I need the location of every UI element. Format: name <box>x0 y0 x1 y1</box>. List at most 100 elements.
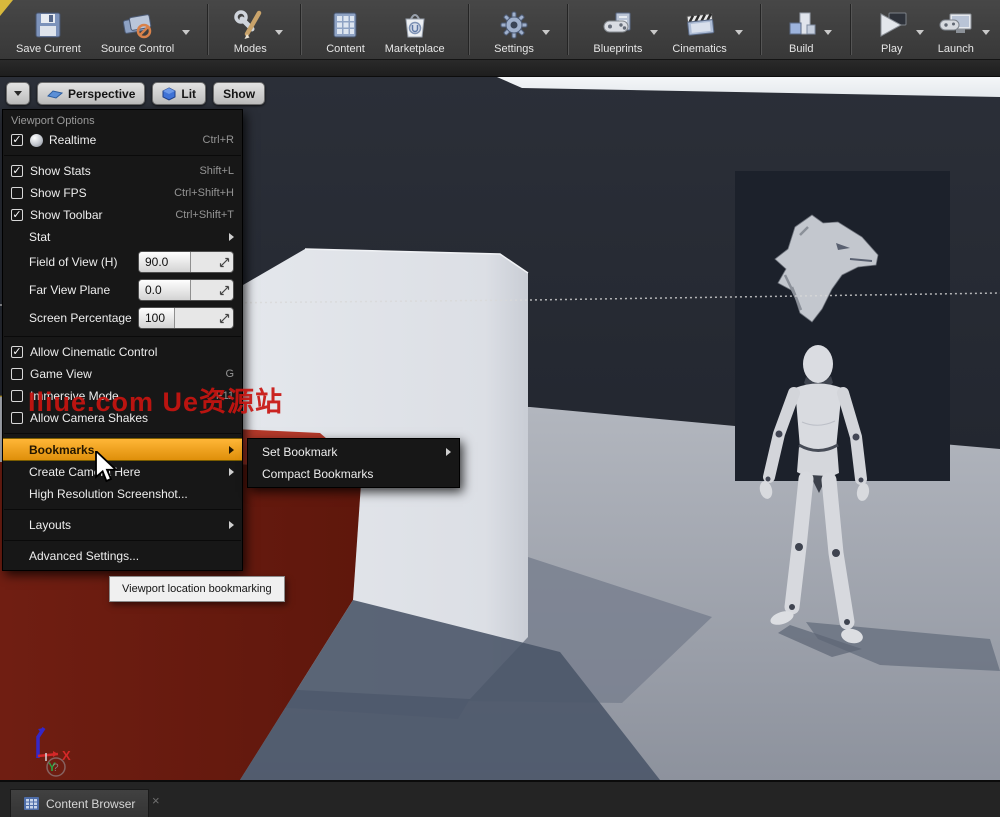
toolbar-button-label: Source Control <box>100 43 175 55</box>
launch-button[interactable]: Launch <box>928 0 994 59</box>
viewport-toolbar: Perspective Lit Show <box>6 82 266 105</box>
chevron-down-icon[interactable] <box>541 30 550 35</box>
checkbox[interactable] <box>11 368 23 380</box>
submenu-item-compact-bookmarks[interactable]: Compact Bookmarks <box>248 463 459 485</box>
build-button[interactable]: Build <box>776 0 836 59</box>
source-control-icon <box>121 7 155 43</box>
spin-drag-icon[interactable] <box>219 313 230 327</box>
menu-item-label: Realtime <box>49 133 97 147</box>
menu-item-allow-cinematic-control[interactable]: ✓ Allow Cinematic Control <box>3 341 242 363</box>
dragon-panel[interactable] <box>735 171 950 481</box>
chevron-down-icon <box>14 91 22 96</box>
modes-icon <box>234 7 266 43</box>
settings-button[interactable]: Settings <box>484 0 554 59</box>
menu-item-show-fps[interactable]: Show FPS Ctrl+Shift+H <box>3 182 242 204</box>
watermark: Iliue.com Ue资源站 <box>28 387 284 417</box>
submenu-item-label: Compact Bookmarks <box>262 467 374 481</box>
menu-item-stat[interactable]: Stat <box>3 226 242 248</box>
source-control-button[interactable]: Source Control <box>91 0 194 59</box>
toolbar-button-label: Modes <box>233 43 267 55</box>
toolbar-button-label: Content <box>326 43 365 55</box>
field-of-view-h-input[interactable]: 90.0 <box>138 251 234 273</box>
blueprints-button[interactable]: Blueprints <box>583 0 662 59</box>
menu-item-label: Advanced Settings... <box>29 549 140 563</box>
chevron-down-icon[interactable] <box>650 30 659 35</box>
viewport-options-button[interactable] <box>6 82 30 105</box>
submenu-item-label: Set Bookmark <box>262 445 338 459</box>
toolbar-group: Content Marketplace <box>316 0 454 59</box>
screen-percentage-input[interactable]: 100 <box>138 307 234 329</box>
submenu-arrow-icon <box>229 521 234 529</box>
menu-item-label: Show Toolbar <box>30 208 103 222</box>
viewport-3d[interactable]: X Y ? Perspective Lit Show Viewport Opti… <box>0 77 1000 780</box>
menu-item-show-toolbar[interactable]: ✓ Show Toolbar Ctrl+Shift+T <box>3 204 242 226</box>
chevron-down-icon[interactable] <box>915 30 924 35</box>
modes-button[interactable]: Modes <box>224 0 287 59</box>
checkbox[interactable]: ✓ <box>11 165 23 177</box>
far-view-plane-input[interactable]: 0.0 <box>138 279 234 301</box>
toolbar-button-label: Launch <box>937 43 974 55</box>
lit-button[interactable]: Lit <box>152 82 207 105</box>
checkbox[interactable]: ✓ <box>11 209 23 221</box>
checkbox[interactable]: ✓ <box>11 346 23 358</box>
toolbar-button-label: Blueprints <box>593 43 643 55</box>
spin-drag-icon[interactable] <box>219 285 230 299</box>
save-current-button[interactable]: Save Current <box>6 0 91 59</box>
toolbar-group: Modes <box>224 0 287 59</box>
checkbox[interactable]: ✓ <box>11 134 23 146</box>
show-label: Show <box>223 86 256 101</box>
menu-item-label: Screen Percentage <box>29 311 132 325</box>
spin-drag-icon[interactable] <box>219 257 230 271</box>
menu-item-layouts[interactable]: Layouts <box>3 514 242 536</box>
toolbar-separator <box>761 4 762 55</box>
checkbox[interactable] <box>11 412 23 424</box>
menu-separator <box>4 433 241 434</box>
content-browser-tab[interactable]: Content Browser <box>10 789 150 817</box>
cinematics-button[interactable]: Cinematics <box>662 0 746 59</box>
spin-value: 0.0 <box>145 283 162 297</box>
toolbar-group: Build <box>776 0 836 59</box>
window-corner-accent <box>0 0 13 16</box>
tooltip: Viewport location bookmarking <box>109 576 285 602</box>
toolbar-group: Save Current Source Control <box>6 0 194 59</box>
content-button[interactable]: Content <box>316 0 375 59</box>
menu-item-label: Game View <box>30 367 92 381</box>
menu-item-advanced-settings[interactable]: Advanced Settings... <box>3 545 242 567</box>
realtime-sphere-icon <box>30 133 43 147</box>
toolbar-group: Play Launch <box>866 0 994 59</box>
launch-icon <box>938 7 974 43</box>
show-button[interactable]: Show <box>213 82 266 105</box>
toolbar-separator <box>850 4 852 55</box>
chevron-down-icon[interactable] <box>734 30 743 35</box>
play-button[interactable]: Play <box>866 0 928 59</box>
toolbar-button-label: Save Current <box>16 43 81 55</box>
menu-item-screen-percentage[interactable]: Screen Percentage 100 <box>3 304 242 332</box>
content-icon <box>330 7 360 43</box>
menu-item-create-camera-here[interactable]: Create Camera Here <box>3 461 242 483</box>
perspective-button[interactable]: Perspective <box>37 82 146 105</box>
menu-item-label: Bookmarks <box>29 442 95 457</box>
menu-separator <box>4 336 241 337</box>
menu-item-realtime[interactable]: ✓ Realtime Ctrl+R <box>3 129 242 151</box>
chevron-down-icon[interactable] <box>824 30 833 35</box>
menu-item-far-view-plane[interactable]: Far View Plane 0.0 <box>3 276 242 304</box>
toolbar-separator <box>208 4 210 55</box>
toolbar-lower-strip <box>0 60 1000 77</box>
menu-item-field-of-view-h[interactable]: Field of View (H) 90.0 <box>3 248 242 276</box>
menu-item-show-stats[interactable]: ✓ Show Stats Shift+L <box>3 160 242 182</box>
checkbox[interactable] <box>11 390 23 402</box>
toolbar-separator <box>468 4 470 55</box>
menu-item-label: Far View Plane <box>29 283 111 297</box>
chevron-down-icon[interactable] <box>274 30 283 35</box>
checkbox[interactable] <box>11 187 23 199</box>
bottom-tab-bar: Content Browser × <box>0 780 1000 817</box>
chevron-down-icon[interactable] <box>981 30 990 35</box>
tab-close-icon[interactable]: × <box>152 794 160 807</box>
submenu-item-set-bookmark[interactable]: Set Bookmark <box>248 441 459 463</box>
chevron-down-icon[interactable] <box>182 30 191 35</box>
menu-item-bookmarks[interactable]: Bookmarks <box>3 438 242 461</box>
marketplace-icon <box>401 7 429 43</box>
viewport-options-menu: Viewport Options ✓ Realtime Ctrl+R ✓ Show St… <box>2 109 243 571</box>
menu-item-high-resolution-screenshot[interactable]: High Resolution Screenshot... <box>3 483 242 505</box>
marketplace-button[interactable]: Marketplace <box>375 0 455 59</box>
